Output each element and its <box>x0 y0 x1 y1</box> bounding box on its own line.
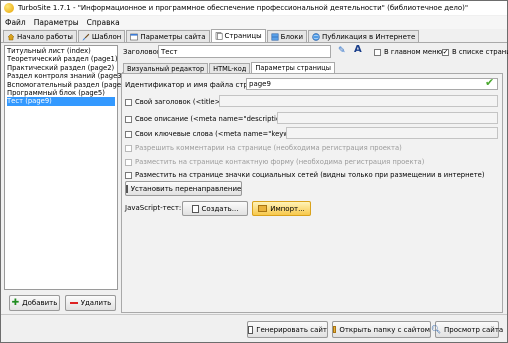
js-create-button[interactable]: Создать... <box>182 201 248 216</box>
window-title: TurboSite 1.7.1 - "Информационное и прог… <box>18 4 469 12</box>
js-create-label: Создать... <box>201 204 239 213</box>
list-item[interactable]: Программный блок (page5) <box>7 89 115 97</box>
add-page-button[interactable]: ✚ Добавить <box>9 295 60 311</box>
js-import-label: Импорт... <box>270 204 305 213</box>
pages-list-label: В списке страниц <box>452 48 508 56</box>
pages-icon <box>215 32 223 40</box>
main-menu-checkbox[interactable]: В главном меню <box>374 48 442 56</box>
check-icon[interactable]: ✓ <box>442 48 449 56</box>
plus-icon: ✚ <box>11 298 20 308</box>
own-keywords-checkbox-box[interactable] <box>125 130 132 138</box>
title-input[interactable]: Тест <box>158 45 331 58</box>
generate-site-label: Генерировать сайт <box>256 325 327 334</box>
contact-form-checkbox[interactable]: Разместить на странице контактную форму … <box>125 158 424 166</box>
menu-bar: Файл Параметры Справка <box>1 16 507 29</box>
footer-divider <box>1 314 507 315</box>
tab-blocks[interactable]: Блоки <box>266 30 308 42</box>
brush-icon <box>82 33 90 40</box>
open-site-folder-button[interactable]: Открыть папку с сайтом <box>332 321 431 338</box>
folder-icon <box>333 326 337 333</box>
own-title-input[interactable] <box>219 95 498 107</box>
font-color-icon[interactable]: A <box>354 44 362 55</box>
allow-comments-checkbox-box[interactable] <box>125 144 132 152</box>
own-description-checkbox[interactable]: Свое описание (<meta name="description")… <box>125 115 292 123</box>
list-item[interactable]: Вспомогательный раздел (page4) <box>7 81 128 89</box>
magnifier-icon: 🔍︎ <box>430 325 441 334</box>
list-item[interactable]: Практический раздел (page2) <box>7 64 115 72</box>
tab-template[interactable]: Шаблон <box>77 30 126 42</box>
open-site-folder-label: Открыть папку с сайтом <box>339 325 430 334</box>
tab-page-params[interactable]: Параметры страницы <box>251 62 335 73</box>
own-title-checkbox-box[interactable] <box>125 98 132 106</box>
page-id-input[interactable]: page9 <box>246 78 498 90</box>
list-item[interactable]: Раздел контроля знаний (page3) <box>7 72 124 80</box>
menu-help[interactable]: Справка <box>83 18 124 27</box>
own-description-label: Свое описание (<meta name="description")… <box>135 115 293 123</box>
own-description-input[interactable] <box>277 112 498 124</box>
globe-icon <box>312 32 320 41</box>
menu-parameters[interactable]: Параметры <box>30 18 83 27</box>
page-subtabs: Визуальный редактор HTML-код Параметры с… <box>123 62 336 73</box>
tab-pages-label: Страницы <box>224 32 262 40</box>
list-item-selected[interactable]: Тест (page9) <box>7 97 115 106</box>
preview-site-label: Просмотр сайта <box>443 325 504 334</box>
tab-template-label: Шаблон <box>91 32 122 41</box>
minus-icon <box>69 302 78 304</box>
app-window: TurboSite 1.7.1 - "Информационное и прог… <box>0 0 508 343</box>
redirect-page-icon <box>125 184 128 193</box>
pages-list: Титульный лист (index) Теоретический раз… <box>4 45 128 290</box>
add-page-label: Добавить <box>22 299 58 307</box>
blocks-icon <box>271 33 279 41</box>
tab-publish-label: Публикация в Интернете <box>322 32 416 41</box>
social-icons-checkbox[interactable]: Разместить на странице значки социальных… <box>125 171 485 179</box>
pages-list-checkbox[interactable]: ✓ В списке страниц <box>442 48 508 56</box>
tab-publish[interactable]: Публикация в Интернете <box>308 30 420 42</box>
own-title-label: Свой заголовок (<title>): <box>135 98 226 106</box>
title-bar: TurboSite 1.7.1 - "Информационное и прог… <box>1 1 507 15</box>
tab-site-params[interactable]: Параметры сайта <box>126 30 210 42</box>
allow-comments-checkbox[interactable]: Разрешить комментарии на странице (необх… <box>125 144 402 152</box>
turbosite-logo-icon <box>4 3 14 13</box>
document-icon <box>191 204 199 213</box>
tab-visual-editor[interactable]: Визуальный редактор <box>123 63 209 73</box>
contact-form-label: Разместить на странице контактную форму … <box>135 158 425 166</box>
tab-site-params-label: Параметры сайта <box>140 32 206 41</box>
tab-pages[interactable]: Страницы <box>210 29 266 42</box>
own-keywords-input[interactable] <box>286 127 498 139</box>
contact-form-checkbox-box[interactable] <box>125 158 132 166</box>
list-item[interactable]: Титульный лист (index) <box>7 47 115 55</box>
social-icons-label: Разместить на странице значки социальных… <box>135 171 485 179</box>
own-keywords-checkbox[interactable]: Свои ключевые слова (<meta name="keyword… <box>125 130 312 138</box>
redirect-button[interactable]: Установить перенаправление <box>125 181 242 196</box>
generate-site-button[interactable]: Генерировать сайт <box>247 321 328 338</box>
delete-page-label: Удалить <box>80 299 112 307</box>
main-menu-label: В главном меню <box>384 48 443 56</box>
tab-html-code[interactable]: HTML-код <box>209 63 251 73</box>
delete-page-button[interactable]: Удалить <box>65 295 116 311</box>
generate-page-icon <box>248 325 254 334</box>
preview-site-button[interactable]: 🔍︎ Просмотр сайта <box>431 321 503 338</box>
list-item[interactable]: Теоретический раздел (page1) <box>7 55 117 63</box>
valid-check-icon: ✔ <box>485 76 495 89</box>
social-icons-checkbox-box[interactable] <box>125 171 132 179</box>
tab-blocks-label: Блоки <box>280 32 304 41</box>
allow-comments-label: Разрешить комментарии на странице (необх… <box>135 144 402 152</box>
tab-start[interactable]: Начало работы <box>3 30 77 42</box>
folder-icon <box>258 205 268 212</box>
own-title-checkbox[interactable]: Свой заголовок (<title>): <box>125 98 225 106</box>
site-params-icon <box>130 33 139 40</box>
text-style-icon[interactable]: ✎ <box>338 46 346 56</box>
js-import-button[interactable]: Импорт... <box>252 201 311 216</box>
main-tabs: Начало работы Шаблон Параметры сайта Стр… <box>1 29 507 43</box>
js-test-label: JavaScript-тест: <box>125 204 182 212</box>
main-menu-checkbox-box[interactable] <box>374 48 381 56</box>
menu-file[interactable]: Файл <box>1 18 30 27</box>
home-icon <box>7 33 15 40</box>
tab-start-label: Начало работы <box>17 32 73 41</box>
redirect-button-label: Установить перенаправление <box>130 184 242 193</box>
own-description-checkbox-box[interactable] <box>125 115 132 123</box>
